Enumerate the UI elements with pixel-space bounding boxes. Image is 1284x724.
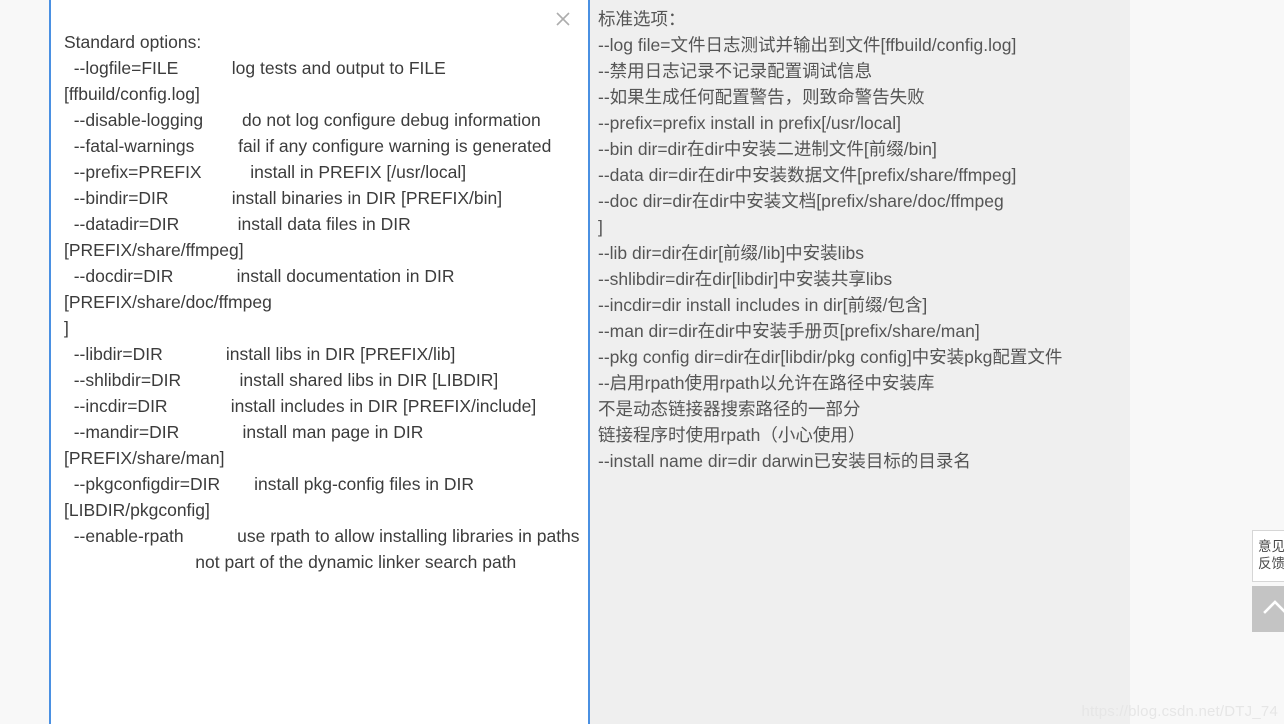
scroll-to-top-button[interactable]	[1252, 586, 1284, 632]
source-text-content: Standard options: --logfile=FILE log tes…	[64, 32, 580, 572]
target-text-pane: 标准选项： --log file=文件日志测试并输出到文件[ffbuild/co…	[590, 0, 1130, 724]
source-text-pane: Standard options: --logfile=FILE log tes…	[51, 0, 590, 724]
feedback-button[interactable]: 意见反馈	[1252, 530, 1284, 582]
page-root: Standard options: --logfile=FILE log tes…	[0, 0, 1284, 724]
chevron-up-icon	[1261, 598, 1284, 621]
translation-popup: Standard options: --logfile=FILE log tes…	[49, 0, 1130, 724]
target-text-content: 标准选项： --log file=文件日志测试并输出到文件[ffbuild/co…	[598, 9, 1063, 471]
site-watermark: https://blog.csdn.net/DTJ_74	[1081, 703, 1278, 720]
feedback-label: 意见反馈	[1258, 539, 1284, 572]
